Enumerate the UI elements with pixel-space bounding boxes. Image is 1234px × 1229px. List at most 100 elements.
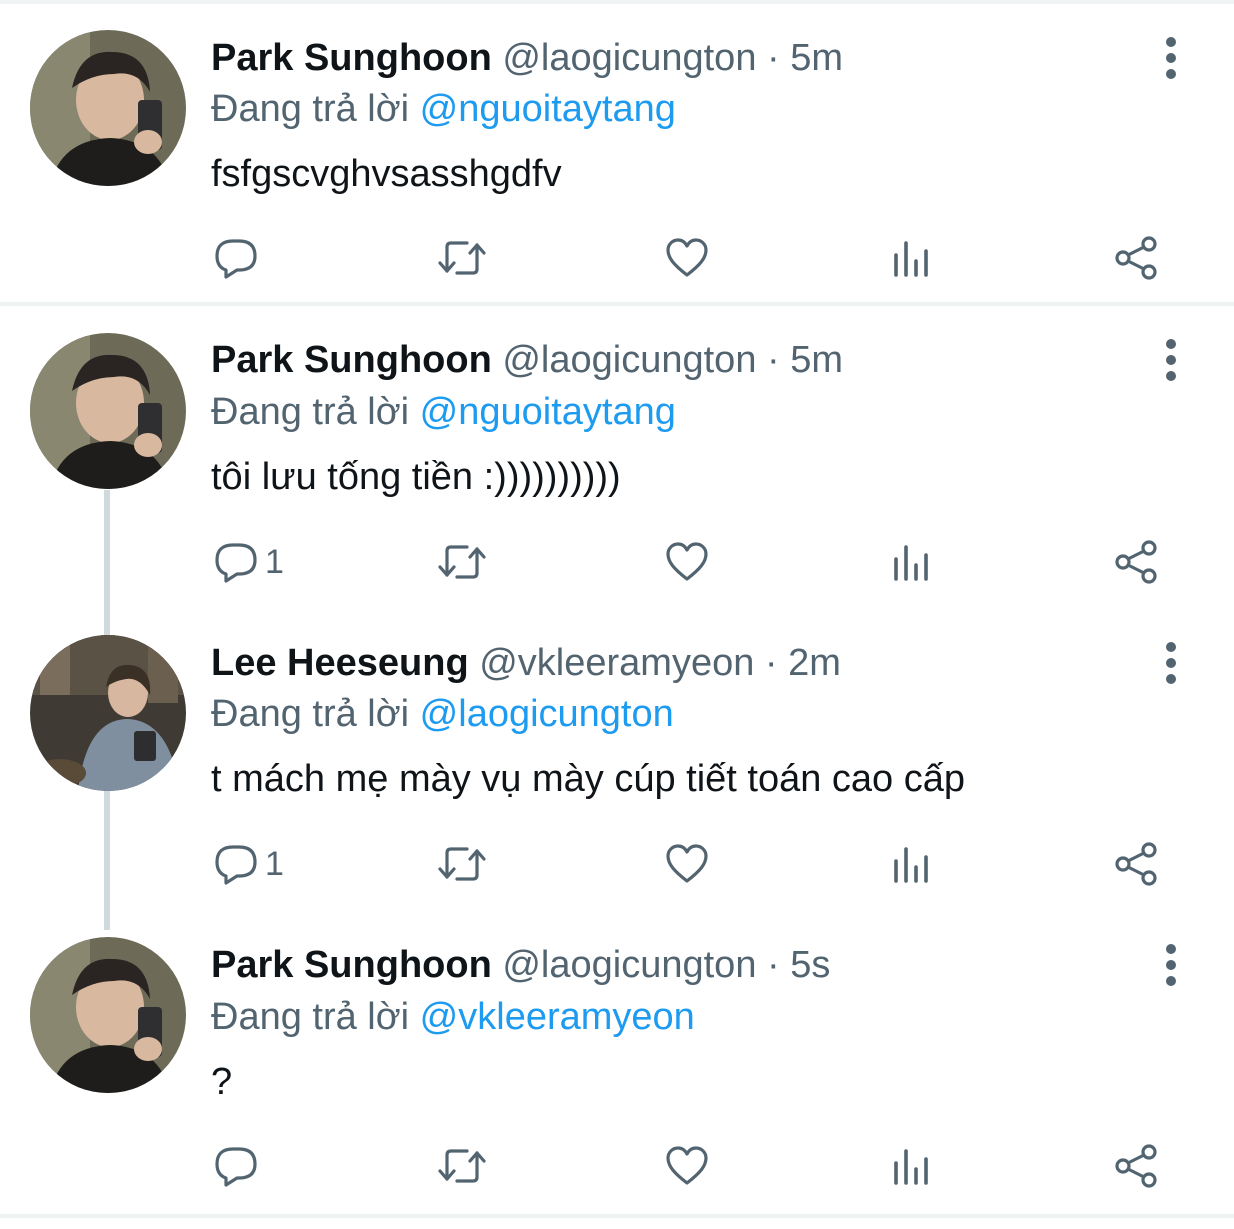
- reply-button[interactable]: 1: [213, 532, 284, 592]
- avatar[interactable]: [30, 635, 186, 791]
- user-handle[interactable]: @vkleeramyeon: [479, 642, 754, 684]
- heart-icon: [666, 844, 708, 883]
- views-button[interactable]: [892, 532, 932, 592]
- reply-mention-link[interactable]: @vkleeramyeon: [420, 996, 695, 1038]
- vertical-dots-icon: [1166, 339, 1176, 381]
- heart-icon: [666, 542, 708, 581]
- avatar[interactable]: [30, 937, 186, 1093]
- tweet[interactable]: Park Sunghoon @laogicungton · 5m Đang tr…: [0, 0, 1234, 304]
- share-button[interactable]: [1114, 228, 1160, 288]
- user-handle[interactable]: @laogicungton: [502, 944, 756, 986]
- timestamp[interactable]: 5m: [790, 37, 843, 79]
- reply-prefix: Đang trả lời: [211, 391, 410, 433]
- speech-bubble-icon: [215, 1147, 257, 1187]
- tweet[interactable]: Lee Heeseung @vkleeramyeon · 2m Đang trả…: [0, 606, 1234, 909]
- tweet-header: Park Sunghoon @laogicungton · 5m: [211, 36, 843, 80]
- more-options-button[interactable]: [1155, 338, 1187, 382]
- speech-bubble-icon: [215, 543, 257, 583]
- more-options-button[interactable]: [1155, 641, 1187, 685]
- views-button[interactable]: [892, 1136, 932, 1196]
- separator-dot: ·: [764, 642, 778, 684]
- tweet-text: tôi lưu tống tiền :)))))))))): [211, 456, 621, 498]
- bar-chart-icon: [894, 1149, 928, 1185]
- retweet-arrows-icon: [438, 847, 486, 881]
- speech-bubble-icon: [215, 239, 257, 279]
- bar-chart-icon: [894, 241, 928, 277]
- tweet-text: fsfgscvghvsasshgdfv: [211, 153, 562, 195]
- more-options-button[interactable]: [1155, 943, 1187, 987]
- more-options-button[interactable]: [1155, 36, 1187, 80]
- reply-prefix: Đang trả lời: [211, 693, 410, 735]
- retweet-button[interactable]: [437, 532, 487, 592]
- tweet-header: Park Sunghoon @laogicungton · 5s: [211, 943, 830, 987]
- share-button[interactable]: [1114, 532, 1160, 592]
- vertical-dots-icon: [1166, 642, 1176, 684]
- avatar-photo-icon: [30, 333, 186, 489]
- tweet-text: ?: [211, 1061, 233, 1103]
- action-bar: [0, 228, 1234, 288]
- share-nodes-icon: [1115, 1144, 1157, 1188]
- reply-context: Đang trả lời @nguoitaytang: [211, 390, 676, 434]
- share-button[interactable]: [1114, 834, 1160, 894]
- display-name[interactable]: Lee Heeseung: [211, 642, 469, 684]
- tweet-header: Lee Heeseung @vkleeramyeon · 2m: [211, 641, 841, 685]
- bar-chart-icon: [894, 847, 928, 883]
- avatar-photo-icon: [30, 30, 186, 186]
- avatar-photo-icon: [30, 635, 186, 791]
- action-bar: 1: [0, 834, 1234, 894]
- avatar-photo-icon: [30, 937, 186, 1093]
- display-name[interactable]: Park Sunghoon: [211, 37, 492, 79]
- timestamp[interactable]: 5s: [790, 944, 830, 986]
- reply-count: 1: [265, 844, 284, 883]
- reply-mention-link[interactable]: @laogicungton: [420, 693, 674, 735]
- tweet[interactable]: Park Sunghoon @laogicungton · 5s Đang tr…: [0, 909, 1234, 1215]
- display-name[interactable]: Park Sunghoon: [211, 944, 492, 986]
- separator-dot: ·: [767, 944, 780, 986]
- heart-icon: [666, 1146, 708, 1185]
- separator-dot: ·: [767, 339, 780, 381]
- reply-button[interactable]: [213, 1136, 265, 1196]
- user-handle[interactable]: @laogicungton: [502, 37, 756, 79]
- retweet-arrows-icon: [438, 241, 486, 275]
- tweet-header: Park Sunghoon @laogicungton · 5m: [211, 338, 843, 382]
- reply-prefix: Đang trả lời: [211, 88, 410, 130]
- bar-chart-icon: [894, 545, 928, 581]
- like-button[interactable]: [664, 228, 710, 288]
- retweet-button[interactable]: [437, 228, 487, 288]
- tweet[interactable]: Park Sunghoon @laogicungton · 5m Đang tr…: [0, 306, 1234, 606]
- reply-context: Đang trả lời @nguoitaytang: [211, 87, 676, 131]
- user-handle[interactable]: @laogicungton: [502, 339, 756, 381]
- retweet-arrows-icon: [438, 1149, 486, 1183]
- share-button[interactable]: [1114, 1136, 1160, 1196]
- action-bar: [0, 1136, 1234, 1196]
- reply-button[interactable]: [213, 228, 265, 288]
- reply-prefix: Đang trả lời: [211, 996, 410, 1038]
- views-button[interactable]: [892, 228, 932, 288]
- retweet-arrows-icon: [438, 545, 486, 579]
- action-bar: 1: [0, 532, 1234, 592]
- share-nodes-icon: [1115, 236, 1157, 280]
- share-nodes-icon: [1115, 842, 1157, 886]
- timeline: Park Sunghoon @laogicungton · 5m Đang tr…: [0, 0, 1234, 1229]
- like-button[interactable]: [664, 834, 710, 894]
- like-button[interactable]: [664, 532, 710, 592]
- separator-dot: ·: [767, 37, 780, 79]
- reply-button[interactable]: 1: [213, 834, 284, 894]
- timestamp[interactable]: 5m: [790, 339, 843, 381]
- vertical-dots-icon: [1166, 944, 1176, 986]
- retweet-button[interactable]: [437, 834, 487, 894]
- avatar[interactable]: [30, 30, 186, 186]
- display-name[interactable]: Park Sunghoon: [211, 339, 492, 381]
- retweet-button[interactable]: [437, 1136, 487, 1196]
- like-button[interactable]: [664, 1136, 710, 1196]
- avatar[interactable]: [30, 333, 186, 489]
- reply-context: Đang trả lời @vkleeramyeon: [211, 995, 695, 1039]
- tweet-divider: [0, 1214, 1234, 1218]
- views-button[interactable]: [892, 834, 932, 894]
- heart-icon: [666, 238, 708, 277]
- timestamp[interactable]: 2m: [788, 642, 841, 684]
- reply-mention-link[interactable]: @nguoitaytang: [420, 88, 676, 130]
- share-nodes-icon: [1115, 540, 1157, 584]
- reply-count: 1: [265, 542, 284, 581]
- reply-mention-link[interactable]: @nguoitaytang: [420, 391, 676, 433]
